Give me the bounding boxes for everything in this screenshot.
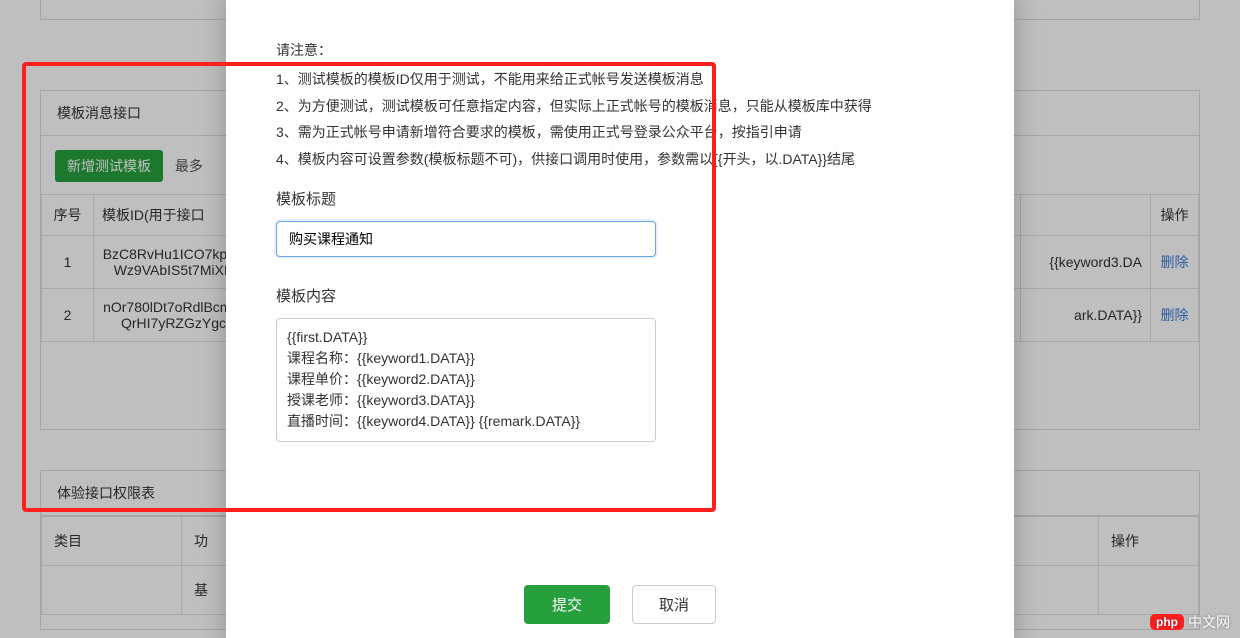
template-content-label: 模板内容	[276, 285, 964, 306]
notice-label: 请注意：	[276, 40, 964, 60]
notice-item: 3、需为正式帐号申请新增符合要求的模板，需使用正式号登录公众平台，按指引申请	[276, 119, 964, 146]
notice-list: 1、测试模板的模板ID仅用于测试，不能用来给正式帐号发送模板消息 2、为方便测试…	[276, 66, 964, 172]
template-title-label: 模板标题	[276, 188, 964, 209]
submit-button[interactable]: 提交	[524, 585, 610, 624]
watermark: php 中文网	[1150, 612, 1230, 632]
cancel-button[interactable]: 取消	[632, 585, 716, 624]
notice-item: 1、测试模板的模板ID仅用于测试，不能用来给正式帐号发送模板消息	[276, 66, 964, 93]
notice-item: 4、模板内容可设置参数(模板标题不可)，供接口调用时使用，参数需以{{开头，以.…	[276, 146, 964, 173]
template-title-input[interactable]	[276, 221, 656, 257]
template-content-textarea[interactable]	[276, 318, 656, 442]
watermark-text: 中文网	[1188, 612, 1230, 632]
notice-item: 2、为方便测试，测试模板可任意指定内容，但实际上正式帐号的模板消息，只能从模板库…	[276, 93, 964, 120]
watermark-php-badge: php	[1150, 614, 1184, 630]
template-editor-modal: 请注意： 1、测试模板的模板ID仅用于测试，不能用来给正式帐号发送模板消息 2、…	[226, 0, 1014, 638]
modal-footer: 提交 取消	[226, 585, 1014, 624]
